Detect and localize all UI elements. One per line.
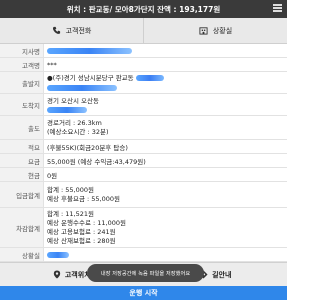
redaction-mark (47, 47, 132, 54)
situation-row: 상황실 (0, 248, 287, 262)
origin-text: ●(주)경기 성남시분당구 판교동 (47, 74, 134, 82)
situation-label: 상황실 (0, 248, 44, 261)
fare-row: 요금 55,000원 (예상 수익금:43,479원) (0, 154, 287, 168)
status-room-button[interactable]: 상황실 (144, 18, 287, 43)
destination-row: 도착지 경기 오산시 오산동 (0, 94, 287, 116)
deposit-postpaid: 예상 후불요금 : 55,000원 (47, 194, 120, 203)
deduct-total: 합계 : 11,521원 (47, 209, 95, 218)
deposit-label: 입금합계 (0, 182, 44, 207)
redaction-mark (47, 251, 69, 258)
customer-row: 고객명 *** (0, 58, 287, 72)
memo-label: 적요 (0, 140, 44, 153)
origin-value: ●(주)경기 성남시분당구 판교동 (44, 72, 287, 93)
situation-value (44, 248, 287, 261)
route-value: 경로거리 : 26.3km (예상소요시간 : 32분) (44, 116, 287, 139)
destination-value: 경기 오산시 오산동 (44, 94, 287, 115)
origin-label: 출발지 (0, 72, 44, 93)
route-duration: (예상소요시간 : 32분) (47, 127, 109, 136)
customer-label: 고객명 (0, 58, 44, 71)
deposit-total: 합계 : 55,000원 (47, 185, 95, 194)
navigation-label: 길안내 (212, 270, 232, 279)
deduct-value: 합계 : 11,521원 예상 운행수수료 : 11,000원 예상 고용보험료… (44, 208, 287, 247)
route-distance: 경로거리 : 26.3km (47, 118, 102, 127)
origin-row: 출발지 ●(주)경기 성남시분당구 판교동 (0, 72, 287, 94)
order-detail-table: 지사명 고객명 *** 출발지 ●(주)경기 성남시분당구 판교동 도착지 경기… (0, 44, 287, 262)
start-trip-label: 운행 시작 (129, 289, 158, 297)
top-status-bar: 위치 : 판교동/ 모아8가단지 잔액 : 193,177원 (0, 0, 287, 18)
start-trip-button[interactable]: 운행 시작 (0, 286, 287, 300)
fare-value: 55,000원 (예상 수익금:43,479원) (47, 157, 146, 166)
deposit-row: 입금합계 합계 : 55,000원 예상 후불요금 : 55,000원 (0, 182, 287, 208)
phone-icon (52, 26, 60, 34)
call-customer-button[interactable]: 고객전화 (0, 18, 144, 43)
cash-value: 0원 (47, 171, 58, 180)
call-customer-label: 고객전화 (65, 26, 92, 35)
redaction-mark (135, 75, 164, 81)
memo-row: 적요 (후불55K)(회금20분후 탑승) (0, 140, 287, 154)
memo-value: (후불55K)(회금20분후 탑승) (47, 143, 128, 152)
deduct-label: 차감합계 (0, 208, 44, 247)
cash-row: 현금 0원 (0, 168, 287, 182)
destination-text: 경기 오산시 오산동 (47, 96, 99, 105)
route-row: 출도 경로거리 : 26.3km (예상소요시간 : 32분) (0, 116, 287, 140)
building-icon (199, 27, 208, 35)
recording-saved-toast: 내장 저장공간에 녹음 파일을 저장했어요 (87, 264, 204, 282)
cash-label: 현금 (0, 168, 44, 181)
location-pin-icon (53, 270, 61, 279)
toast-text: 내장 저장공간에 녹음 파일을 저장했어요 (100, 271, 191, 277)
deduct-row: 차감합계 합계 : 11,521원 예상 운행수수료 : 11,000원 예상 … (0, 208, 287, 248)
route-label: 출도 (0, 116, 44, 139)
redaction-mark (47, 106, 87, 113)
location-balance-text: 위치 : 판교동/ 모아8가단지 잔액 : 193,177원 (66, 4, 221, 14)
deduct-industrial: 예상 산재보험료 : 280원 (47, 236, 116, 245)
deduct-employment: 예상 고용보험료 : 241원 (47, 227, 116, 236)
destination-label: 도착지 (0, 94, 44, 115)
dispatch-row: 지사명 (0, 44, 287, 58)
dispatch-value (44, 44, 287, 57)
customer-value: *** (47, 60, 57, 69)
deposit-value: 합계 : 55,000원 예상 후불요금 : 55,000원 (44, 182, 287, 207)
menu-icon[interactable] (273, 4, 282, 13)
redaction-mark (47, 85, 117, 91)
header-button-row: 고객전화 상황실 (0, 18, 287, 44)
fare-label: 요금 (0, 154, 44, 167)
status-room-label: 상황실 (212, 26, 233, 35)
deduct-fee: 예상 운행수수료 : 11,000원 (47, 218, 126, 227)
dispatch-label: 지사명 (0, 44, 44, 57)
